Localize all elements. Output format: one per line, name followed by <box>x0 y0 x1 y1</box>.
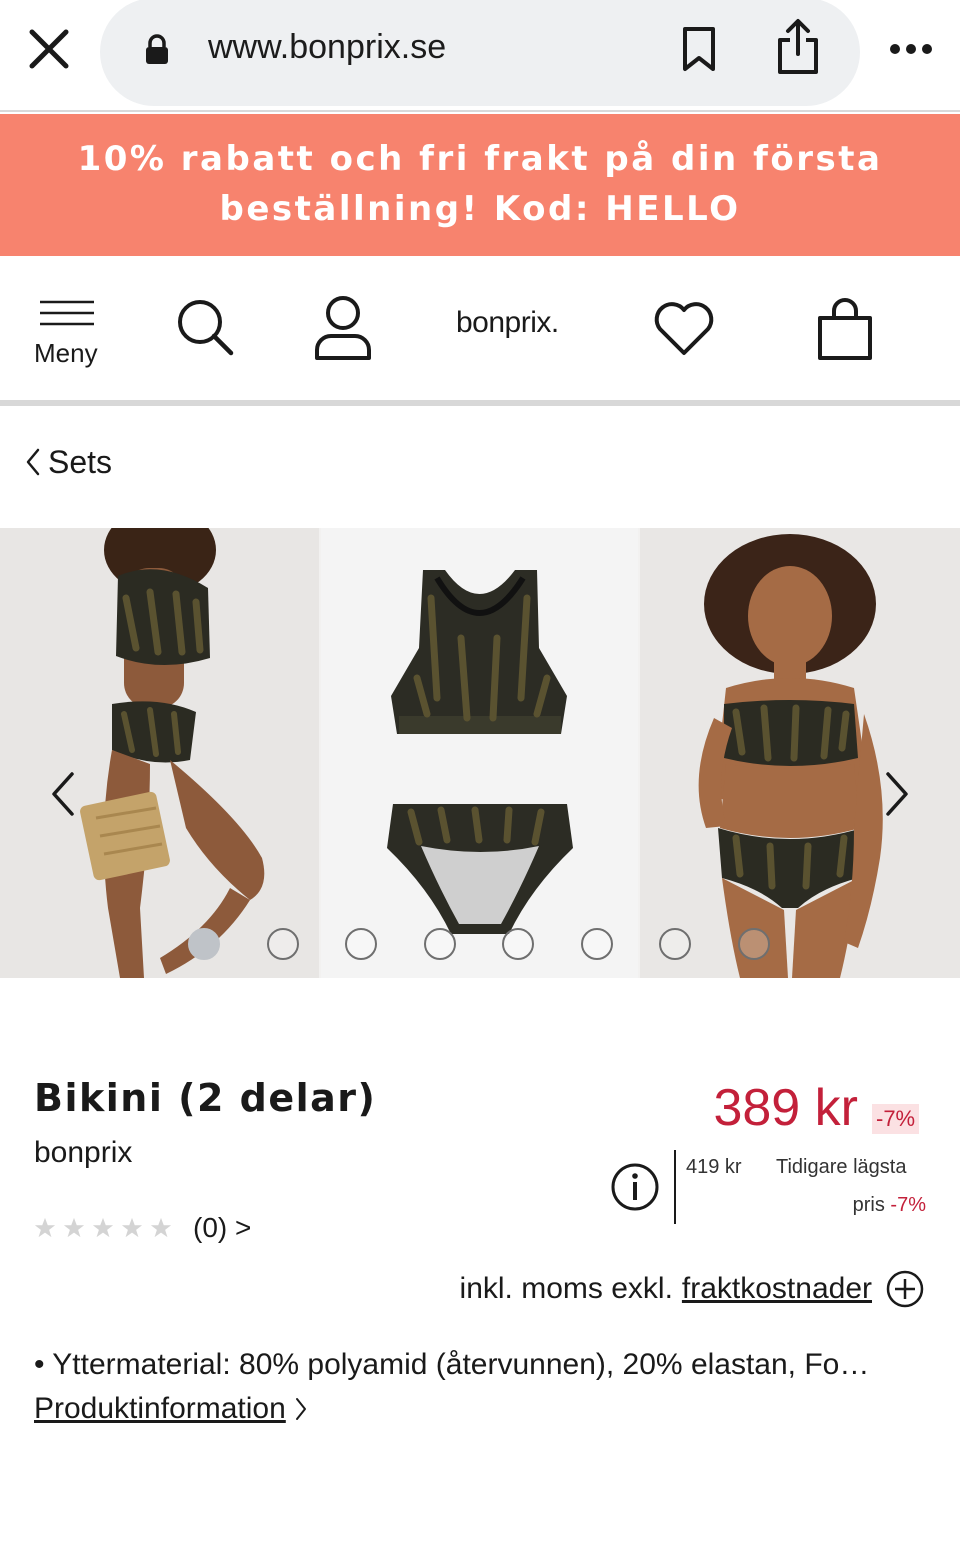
star-icon <box>150 1217 172 1238</box>
promo-banner[interactable]: 10% rabatt och fri frakt på din första b… <box>0 114 960 256</box>
promo-line-2: beställning! Kod: HELLO <box>219 189 741 229</box>
lowest-price-word: pris <box>852 1194 885 1216</box>
user-icon[interactable] <box>312 294 374 362</box>
address-bar[interactable]: www.bonprix.se <box>100 0 860 106</box>
price-divider <box>674 1150 676 1224</box>
carousel-dot[interactable] <box>659 928 691 960</box>
product-photo-model-front <box>640 528 960 978</box>
carousel-pagination <box>0 928 960 962</box>
site-header: Meny bonprix. <box>0 256 960 406</box>
carousel-dot[interactable] <box>738 928 770 960</box>
search-icon[interactable] <box>174 296 236 358</box>
carousel-dot[interactable] <box>581 928 613 960</box>
product-rating[interactable]: (0) > <box>34 1212 251 1244</box>
lowest-price-discount: -7% <box>890 1194 926 1216</box>
promo-line-1: 10% rabatt och fri frakt på din första <box>77 139 883 179</box>
bookmark-icon[interactable] <box>680 26 718 72</box>
tax-text: inkl. moms exkl. <box>459 1272 673 1305</box>
lock-icon <box>146 34 168 64</box>
rating-count: (0) > <box>193 1212 252 1243</box>
breadcrumb-label: Sets <box>48 443 113 480</box>
plus-circle-icon[interactable] <box>886 1270 924 1308</box>
carousel-next-icon[interactable] <box>882 770 912 818</box>
lowest-price-label: Tidigare lägsta <box>776 1156 907 1178</box>
carousel-dot[interactable] <box>188 928 220 960</box>
chevron-right-icon <box>295 1398 306 1420</box>
product-brand[interactable]: bonprix <box>34 1136 132 1170</box>
previous-price: 419 kr <box>686 1156 742 1178</box>
chevron-left-icon <box>26 448 40 476</box>
close-icon[interactable] <box>26 26 72 72</box>
carousel-dot[interactable] <box>267 928 299 960</box>
product-price: 389 kr <box>713 1079 858 1137</box>
material-summary: • Yttermaterial: 80% polyamid (återvunne… <box>34 1348 870 1381</box>
heart-icon[interactable] <box>652 298 716 358</box>
star-icon <box>121 1217 143 1238</box>
product-info-link[interactable]: Produktinformation <box>34 1392 286 1426</box>
product-info-link-row[interactable]: Produktinformation <box>34 1392 308 1426</box>
carousel-dot[interactable] <box>424 928 456 960</box>
star-icon <box>34 1217 56 1238</box>
menu-label: Meny <box>34 338 98 368</box>
shipping-costs-link[interactable]: fraktkostnader <box>682 1272 872 1306</box>
bonprix-logo[interactable]: bonprix. <box>456 306 559 340</box>
star-icon <box>92 1217 114 1238</box>
product-image-carousel[interactable] <box>0 528 960 978</box>
more-options-icon[interactable] <box>888 36 934 62</box>
discount-badge: -7% <box>872 1104 920 1134</box>
carousel-dot[interactable] <box>345 928 377 960</box>
browser-toolbar: www.bonprix.se <box>0 0 960 112</box>
tax-shipping-info: inkl. moms exkl. fraktkostnader <box>460 1270 924 1308</box>
menu-button[interactable]: Meny <box>30 294 104 374</box>
product-title: Bikini (2 delar) <box>34 1076 377 1120</box>
url-text: www.bonprix.se <box>208 28 447 66</box>
breadcrumb[interactable]: Sets <box>24 440 112 484</box>
star-icon <box>63 1217 85 1238</box>
product-photo-flat <box>321 528 638 978</box>
lowest-price-label-2: pris -7% <box>853 1194 926 1217</box>
carousel-dot[interactable] <box>502 928 534 960</box>
share-icon[interactable] <box>776 18 820 76</box>
info-icon[interactable] <box>610 1162 660 1212</box>
product-photo-model-side <box>0 528 319 978</box>
hamburger-icon <box>40 300 94 326</box>
carousel-prev-icon[interactable] <box>48 770 78 818</box>
bag-icon[interactable] <box>814 296 876 362</box>
